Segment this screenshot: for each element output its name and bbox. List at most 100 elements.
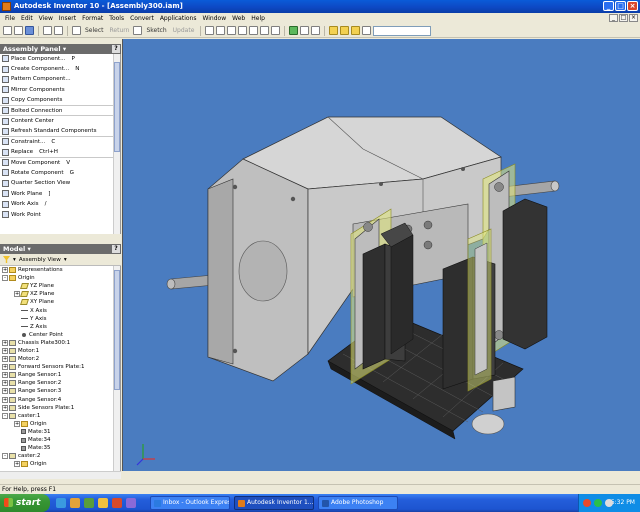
filter-icon[interactable]: [3, 256, 10, 263]
expand-icon[interactable]: +: [2, 388, 8, 395]
assembly-view-dropdown[interactable]: Assembly View: [19, 257, 61, 263]
select-arrow-icon[interactable]: [72, 26, 81, 35]
save-icon[interactable]: [25, 26, 34, 35]
menu-file[interactable]: File: [2, 13, 18, 24]
zoom-all-icon[interactable]: [205, 26, 215, 35]
expand-icon[interactable]: +: [2, 347, 8, 354]
panel-command[interactable]: Constraint... C: [0, 137, 120, 148]
tree-node[interactable]: + Range Sensor:4: [0, 396, 120, 404]
scrollbar-thumb[interactable]: [114, 62, 120, 152]
panel-command[interactable]: Bolted Connection: [0, 106, 120, 117]
color-style-field[interactable]: [373, 25, 432, 36]
tree-node[interactable]: XY Plane: [0, 298, 120, 306]
expand-icon[interactable]: +: [14, 461, 20, 468]
collapse-icon[interactable]: -: [2, 275, 8, 282]
taskbar-button[interactable]: Adobe Photoshop: [318, 496, 398, 510]
menu-applications[interactable]: Applications: [157, 13, 200, 24]
minimize-button[interactable]: _: [603, 1, 614, 11]
tree-node[interactable]: Center Point: [0, 331, 120, 339]
sketch-icon[interactable]: [133, 26, 143, 35]
panel-command[interactable]: Create Component... N: [0, 64, 120, 75]
collapse-icon[interactable]: -: [2, 453, 8, 460]
work-plane-icon[interactable]: [329, 26, 339, 35]
pan-icon[interactable]: [238, 26, 248, 35]
panel-command[interactable]: Work Plane]: [0, 189, 120, 200]
maximize-button[interactable]: □: [615, 1, 626, 11]
panel-command[interactable]: Move Component V: [0, 158, 120, 169]
panel-command[interactable]: Mirror Components: [0, 85, 120, 96]
panel-command[interactable]: Place Component... P: [0, 54, 120, 65]
model-browser-scrollbar[interactable]: [113, 266, 120, 471]
doc-close-button[interactable]: ×: [629, 14, 638, 22]
internet-explorer-icon[interactable]: [56, 498, 66, 508]
tree-node[interactable]: Mate:35: [0, 444, 120, 452]
menu-insert[interactable]: Insert: [56, 13, 79, 24]
tree-node[interactable]: + XZ Plane: [0, 290, 120, 298]
sketch-button[interactable]: Sketch: [144, 27, 168, 34]
assembly-3d-model[interactable]: [123, 39, 640, 471]
panel-command[interactable]: Copy Components: [0, 96, 120, 106]
tree-node[interactable]: Mate:31: [0, 428, 120, 436]
model-panel-header[interactable]: Model ▾ ?: [0, 244, 121, 254]
panel-command[interactable]: Refresh Standard Components: [0, 127, 120, 138]
expand-icon[interactable]: +: [2, 339, 8, 346]
media-player-icon[interactable]: [84, 498, 94, 508]
menu-format[interactable]: Format: [79, 13, 106, 24]
tree-node[interactable]: + Chassis Plate300:1: [0, 339, 120, 347]
expand-icon[interactable]: +: [2, 364, 8, 371]
menu-window[interactable]: Window: [199, 13, 229, 24]
shadow-icon[interactable]: [300, 26, 310, 35]
tree-node[interactable]: - caster:1: [0, 412, 120, 420]
tree-node[interactable]: + Origin: [0, 420, 120, 428]
inventor-app-icon[interactable]: [2, 2, 11, 11]
tree-node[interactable]: Mate:34: [0, 436, 120, 444]
tree-node[interactable]: + Side Sensors Plate:1: [0, 404, 120, 412]
tree-node[interactable]: - caster:2: [0, 452, 120, 460]
menu-tools[interactable]: Tools: [106, 13, 127, 24]
tree-node[interactable]: Y Axis: [0, 315, 120, 323]
quick-launch-icon[interactable]: [98, 498, 108, 508]
tree-node[interactable]: + Range Sensor:3: [0, 387, 120, 395]
tree-node[interactable]: + Forward Sensors Plate:1: [0, 363, 120, 371]
quick-launch-icon[interactable]: [126, 498, 136, 508]
tree-node[interactable]: + Range Sensor:1: [0, 371, 120, 379]
tree-node[interactable]: X Axis: [0, 306, 120, 314]
tree-node[interactable]: + Representations: [0, 266, 120, 274]
tree-node[interactable]: - Origin: [0, 274, 120, 282]
start-button[interactable]: start: [0, 494, 50, 512]
open-file-icon[interactable]: [14, 26, 23, 35]
panel-command[interactable]: Quarter Section View: [0, 179, 120, 190]
doc-minimize-button[interactable]: _: [609, 14, 618, 22]
select-button[interactable]: Select: [83, 27, 106, 34]
tray-icon[interactable]: [583, 499, 591, 507]
panel-command[interactable]: Pattern Component...: [0, 75, 120, 86]
help-icon[interactable]: ?: [112, 245, 120, 253]
collapse-icon[interactable]: -: [2, 412, 8, 419]
rotate-icon[interactable]: [260, 26, 270, 35]
panel-command[interactable]: Work Point: [0, 210, 120, 221]
doc-restore-button[interactable]: □: [619, 14, 628, 22]
expand-icon[interactable]: +: [2, 404, 8, 411]
tree-node[interactable]: + Motor:1: [0, 347, 120, 355]
new-file-icon[interactable]: [3, 26, 12, 35]
help-icon[interactable]: ?: [112, 45, 120, 53]
taskbar-button[interactable]: Inbox - Outlook Express: [150, 496, 230, 510]
chevron-down-icon[interactable]: ▾: [13, 257, 16, 263]
zoom-icon[interactable]: [227, 26, 237, 35]
expand-icon[interactable]: +: [2, 267, 8, 274]
zoom-window-icon[interactable]: [216, 26, 226, 35]
menu-view[interactable]: View: [36, 13, 56, 24]
work-axis-icon[interactable]: [340, 26, 350, 35]
volume-icon[interactable]: [605, 499, 613, 507]
panel-command[interactable]: Work Axis /: [0, 199, 120, 210]
expand-icon[interactable]: +: [2, 396, 8, 403]
tree-node[interactable]: Z Axis: [0, 323, 120, 331]
quick-launch-icon[interactable]: [112, 498, 122, 508]
shaded-display-icon[interactable]: [289, 26, 299, 35]
panel-command[interactable]: Replace Ctrl+H: [0, 148, 120, 158]
model-horizontal-scrollbar[interactable]: [0, 471, 121, 479]
expand-icon[interactable]: +: [14, 420, 20, 427]
ucs-icon[interactable]: [362, 26, 372, 35]
menu-help[interactable]: Help: [248, 13, 268, 24]
tree-node[interactable]: + Motor:2: [0, 355, 120, 363]
